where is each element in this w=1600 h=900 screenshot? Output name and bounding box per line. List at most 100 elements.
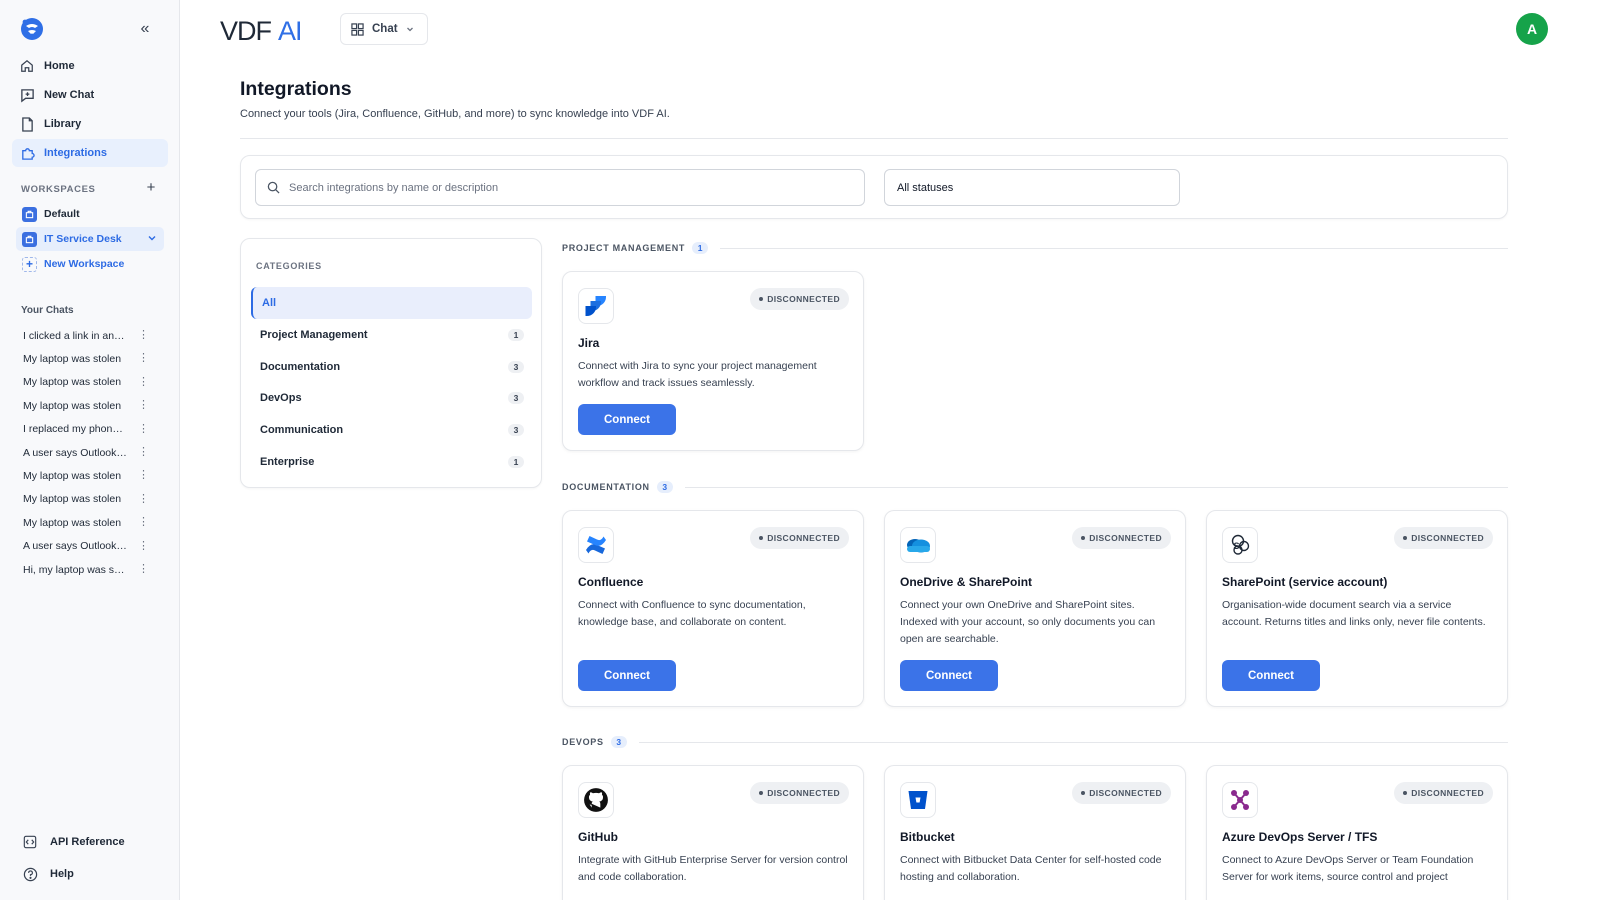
categories-panel: CATEGORIES All Project Management 1 Docu…	[240, 238, 542, 488]
bitbucket-icon	[900, 782, 936, 818]
page-title: Integrations	[240, 78, 352, 100]
search-box[interactable]	[255, 169, 865, 206]
integration-description: Integrate with GitHub Enterprise Server …	[578, 854, 848, 883]
chat-title: A user says Outlook keeps	[23, 540, 127, 553]
category-item-documentation[interactable]: Documentation 3	[251, 351, 532, 383]
chat-item[interactable]: I clicked a link in an email ⋮	[16, 324, 156, 347]
sidebar-item-home[interactable]: Home	[12, 52, 168, 80]
section-header-documentation: DOCUMENTATION 3	[562, 480, 1508, 494]
status-label: DISCONNECTED	[767, 788, 840, 798]
workspace-item-default[interactable]: Default	[16, 202, 164, 226]
workspace-list: Default IT Service Desk + New Workspace	[16, 202, 164, 277]
section-count-badge: 3	[656, 481, 673, 493]
chat-title: My laptop was stolen	[23, 353, 122, 366]
view-selector-label: Chat	[372, 23, 398, 35]
chat-item[interactable]: My laptop was stolen ⋮	[16, 511, 156, 534]
sidebar-item-new-chat[interactable]: New Chat	[12, 81, 168, 109]
workspace-icon	[22, 231, 37, 247]
search-input[interactable]	[289, 181, 849, 194]
integration-card-jira: DISCONNECTED Jira Connect with Jira to s…	[562, 271, 864, 451]
chat-item[interactable]: My laptop was stolen ⋮	[16, 347, 156, 370]
your-chats-heading: Your Chats	[21, 305, 74, 316]
help-label: Help	[50, 868, 74, 880]
sidebar-item-label: New Chat	[44, 89, 95, 101]
more-options-icon[interactable]: ⋮	[138, 328, 149, 341]
category-item-all[interactable]: All	[251, 287, 532, 319]
category-item-project-management[interactable]: Project Management 1	[251, 319, 532, 351]
chat-item[interactable]: My laptop was stolen ⋮	[16, 464, 156, 487]
section-label: DOCUMENTATION	[562, 482, 650, 492]
chat-item[interactable]: Hi, my laptop was stolen ⋮	[16, 558, 156, 581]
connect-onedrive-button[interactable]: Connect	[900, 660, 998, 691]
integration-description: Connect with Confluence to sync document…	[578, 599, 806, 628]
category-item-devops[interactable]: DevOps 3	[251, 382, 532, 414]
filter-bar: All statuses	[240, 155, 1508, 219]
help-link[interactable]: Help	[22, 862, 162, 886]
new-workspace-button[interactable]: + New Workspace	[16, 252, 164, 276]
integration-name: SharePoint (service account)	[1222, 575, 1388, 589]
view-selector-dropdown[interactable]: Chat	[340, 13, 428, 45]
category-label: Communication	[260, 424, 344, 437]
status-badge: DISCONNECTED	[1394, 782, 1493, 804]
category-label: DevOps	[260, 392, 302, 405]
section-header-project-management: PROJECT MANAGEMENT 1	[562, 241, 1508, 255]
api-reference-link[interactable]: API Reference	[22, 830, 162, 854]
more-options-icon[interactable]: ⋮	[138, 445, 149, 458]
integration-card-onedrive-sharepoint: DISCONNECTED OneDrive & SharePoint Conne…	[884, 510, 1186, 707]
chat-item[interactable]: My laptop was stolen ⋮	[16, 488, 156, 511]
status-dot	[1081, 791, 1086, 795]
integration-card-bitbucket: DISCONNECTED Bitbucket Connect with Bitb…	[884, 765, 1186, 900]
more-options-icon[interactable]: ⋮	[138, 351, 149, 364]
status-filter-select[interactable]: All statuses	[884, 169, 1180, 206]
workspace-label: Default	[44, 208, 80, 220]
more-options-icon[interactable]: ⋮	[138, 515, 149, 528]
category-list: All Project Management 1 Documentation 3…	[251, 287, 532, 478]
chat-title: A user says Outlook keeps	[23, 446, 127, 459]
connect-sharepoint-button[interactable]: Connect	[1222, 660, 1320, 691]
workspace-icon	[22, 206, 37, 222]
chat-title: My laptop was stolen	[23, 493, 122, 506]
status-badge: DISCONNECTED	[750, 527, 849, 549]
chat-item[interactable]: A user says Outlook keeps ⋮	[16, 535, 156, 558]
integration-description: Connect to Azure DevOps Server or Team F…	[1222, 854, 1474, 883]
integration-name: GitHub	[578, 830, 618, 844]
more-options-icon[interactable]: ⋮	[138, 468, 149, 481]
chat-item[interactable]: My laptop was stolen ⋮	[16, 371, 156, 394]
integration-name: Bitbucket	[900, 830, 955, 844]
chat-title: My laptop was stolen	[23, 399, 122, 412]
more-options-icon[interactable]: ⋮	[138, 398, 149, 411]
user-avatar[interactable]: A	[1516, 13, 1548, 45]
vdfai-wordmark-logo[interactable]: VDF AI	[220, 14, 310, 46]
chat-title: My laptop was stolen	[23, 470, 122, 483]
category-item-communication[interactable]: Communication 3	[251, 414, 532, 446]
more-options-icon[interactable]: ⋮	[138, 422, 149, 435]
integration-name: Azure DevOps Server / TFS	[1222, 830, 1378, 844]
connect-jira-button[interactable]: Connect	[578, 404, 676, 435]
chat-item[interactable]: My laptop was stolen ⋮	[16, 394, 156, 417]
add-workspace-icon[interactable]: +	[144, 180, 158, 195]
document-icon	[19, 116, 35, 132]
sidebar-item-library[interactable]: Library	[12, 110, 168, 138]
chat-item[interactable]: I replaced my phone and ⋮	[16, 418, 156, 441]
section-count-badge: 1	[692, 242, 709, 254]
category-count-badge: 3	[508, 424, 524, 437]
status-dot	[759, 791, 764, 795]
brand-logo-icon[interactable]	[20, 17, 44, 41]
plus-icon: +	[22, 256, 37, 272]
jira-icon	[578, 288, 614, 324]
sidebar-item-integrations[interactable]: Integrations	[12, 139, 168, 167]
collapse-sidebar-icon[interactable]: «	[136, 20, 154, 38]
more-options-icon[interactable]: ⋮	[138, 539, 149, 552]
chevron-down-icon[interactable]	[146, 232, 158, 244]
integration-description: Connect your own OneDrive and SharePoint…	[900, 599, 1156, 645]
category-item-enterprise[interactable]: Enterprise 1	[251, 446, 532, 478]
connect-confluence-button[interactable]: Connect	[578, 660, 676, 691]
more-options-icon[interactable]: ⋮	[138, 492, 149, 505]
section-label: PROJECT MANAGEMENT	[562, 243, 686, 253]
more-options-icon[interactable]: ⋮	[138, 375, 149, 388]
workspace-item-it-service-desk[interactable]: IT Service Desk	[16, 227, 164, 251]
page-subtitle: Connect your tools (Jira, Confluence, Gi…	[240, 108, 670, 120]
status-dot	[1081, 536, 1086, 540]
chat-item[interactable]: A user says Outlook keeps ⋮	[16, 441, 156, 464]
more-options-icon[interactable]: ⋮	[138, 562, 149, 575]
